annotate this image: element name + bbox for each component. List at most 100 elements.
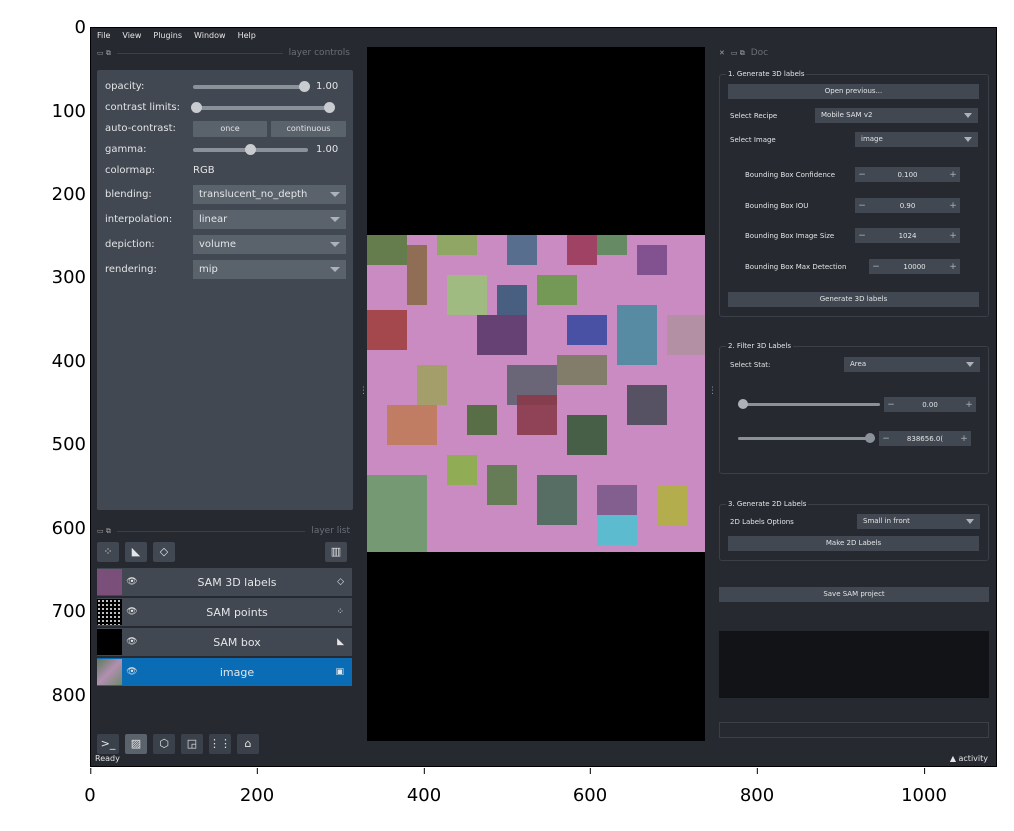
min-slider[interactable] <box>738 399 880 409</box>
min-spinbox[interactable]: − 0.00 + <box>884 397 976 412</box>
float-icon[interactable]: ▭ ⧉ <box>97 49 111 58</box>
layer-item[interactable]: 👁 SAM points ⁘ <box>97 598 352 626</box>
ndisplay-button[interactable]: ▨ <box>125 734 147 754</box>
minus-icon[interactable]: − <box>855 201 869 211</box>
menu-file[interactable]: File <box>97 31 110 41</box>
opacity-slider[interactable] <box>193 80 310 92</box>
depiction-dropdown[interactable]: volume <box>193 235 346 254</box>
image-size-spinbox[interactable]: − 1024 + <box>855 228 960 243</box>
y-tick: 400 <box>51 351 97 372</box>
max-detection-value: 10000 <box>903 262 926 271</box>
stat-dropdown[interactable]: Area <box>844 357 980 372</box>
iou-spinbox[interactable]: − 0.90 + <box>855 198 960 213</box>
minus-icon[interactable]: − <box>855 170 869 180</box>
console-button[interactable]: >_ <box>97 734 119 754</box>
minus-icon[interactable]: − <box>884 400 898 410</box>
label-region <box>597 485 637 515</box>
eye-icon[interactable]: 👁 <box>122 667 142 677</box>
plus-icon[interactable]: + <box>962 400 976 410</box>
slider-handle[interactable] <box>865 433 875 443</box>
menu-plugins[interactable]: Plugins <box>153 31 182 41</box>
menu-help[interactable]: Help <box>238 31 256 41</box>
slider-handle[interactable] <box>324 101 335 113</box>
minus-icon[interactable]: − <box>855 231 869 241</box>
eye-icon[interactable]: 👁 <box>122 577 142 587</box>
rendering-label: rendering: <box>105 264 157 275</box>
viewer-canvas[interactable] <box>367 47 705 741</box>
layer-item[interactable]: 👁 SAM 3D labels ◇ <box>97 568 352 596</box>
label-region <box>467 405 497 435</box>
new-shapes-layer-button[interactable]: ◣ <box>125 542 147 562</box>
plus-icon[interactable]: + <box>946 231 960 241</box>
generate-3d-button[interactable]: Generate 3D labels <box>728 292 979 307</box>
interpolation-dropdown[interactable]: linear <box>193 210 346 229</box>
new-points-layer-button[interactable]: ⁘ <box>97 542 119 562</box>
max-slider[interactable] <box>738 433 875 443</box>
image-row: Select Image image <box>730 132 978 147</box>
group-title: 2. Filter 3D Labels <box>726 342 794 350</box>
plus-icon[interactable]: + <box>957 434 971 444</box>
label-region <box>367 475 427 552</box>
gamma-slider[interactable] <box>193 143 308 155</box>
float-icon[interactable]: ▭ ⧉ <box>97 527 111 536</box>
new-labels-layer-button[interactable]: ◇ <box>153 542 175 562</box>
close-icon[interactable]: ✕ <box>719 49 725 57</box>
slider-handle[interactable] <box>191 101 202 113</box>
eye-icon[interactable]: 👁 <box>122 607 142 617</box>
plus-icon[interactable]: + <box>946 201 960 211</box>
slider-handle[interactable] <box>299 80 310 92</box>
recipe-row: Select Recipe Mobile SAM v2 <box>730 108 978 123</box>
minus-icon[interactable]: − <box>879 434 893 444</box>
recipe-value: Mobile SAM v2 <box>821 111 873 119</box>
slider-handle[interactable] <box>738 399 748 409</box>
rendering-dropdown[interactable]: mip <box>193 260 346 279</box>
menu-window[interactable]: Window <box>194 31 226 41</box>
label-region <box>497 285 527 315</box>
recipe-dropdown[interactable]: Mobile SAM v2 <box>815 108 978 123</box>
max-spinbox[interactable]: − 838656.0(+ <box>879 431 971 446</box>
eye-icon[interactable]: 👁 <box>122 637 142 647</box>
grid-button[interactable]: ⋮⋮ <box>209 734 231 754</box>
gamma-row: gamma: 1.00 <box>97 139 353 160</box>
save-sam-project-button[interactable]: Save SAM project <box>719 587 989 602</box>
max-detection-spinbox[interactable]: − 10000 + <box>869 259 960 274</box>
label-region <box>447 455 477 485</box>
layer-name: SAM box <box>213 635 261 649</box>
min-value: 0.00 <box>922 400 938 409</box>
y-tick: 0 <box>74 17 97 38</box>
image-dropdown[interactable]: image <box>855 132 978 147</box>
float-icon[interactable]: ▭ ⧉ <box>731 49 745 58</box>
contrast-slider[interactable] <box>191 101 335 113</box>
delete-layer-button[interactable]: ▥ <box>325 542 347 562</box>
divider <box>116 52 283 54</box>
activity-button[interactable]: ▲ activity <box>950 754 988 763</box>
label-region <box>477 315 527 355</box>
output-console <box>719 631 989 698</box>
image-size-value: 1024 <box>898 231 917 240</box>
layer-item[interactable]: 👁 SAM box ◣ <box>97 628 352 656</box>
plus-icon[interactable]: + <box>946 170 960 180</box>
confidence-spinbox[interactable]: − 0.100 + <box>855 167 960 182</box>
label-tag-icon: ◇ <box>159 545 169 558</box>
once-button[interactable]: once <box>193 120 267 137</box>
make-2d-labels-button[interactable]: Make 2D Labels <box>728 536 979 551</box>
label-region <box>637 245 667 275</box>
label-region <box>487 465 517 505</box>
roll-button[interactable]: ⬡ <box>153 734 175 754</box>
shapes-icon: ◣ <box>131 545 141 558</box>
slider-handle[interactable] <box>245 143 256 155</box>
options-dropdown[interactable]: Small in front <box>857 514 980 529</box>
transpose-button[interactable]: ◲ <box>181 734 203 754</box>
plus-icon[interactable]: + <box>946 262 960 272</box>
minus-icon[interactable]: − <box>869 262 883 272</box>
image-value: image <box>861 135 883 143</box>
depiction-value: volume <box>199 239 237 250</box>
label-region <box>657 485 687 525</box>
open-previous-button[interactable]: Open previous... <box>728 84 979 99</box>
layer-item-selected[interactable]: 👁 image ▣ <box>97 658 352 686</box>
menu-view[interactable]: View <box>122 31 141 41</box>
iou-label: Bounding Box IOU <box>745 201 809 210</box>
blending-dropdown[interactable]: translucent_no_depth <box>193 185 346 204</box>
home-button[interactable]: ⌂ <box>237 734 259 754</box>
continuous-button[interactable]: continuous <box>271 120 346 137</box>
